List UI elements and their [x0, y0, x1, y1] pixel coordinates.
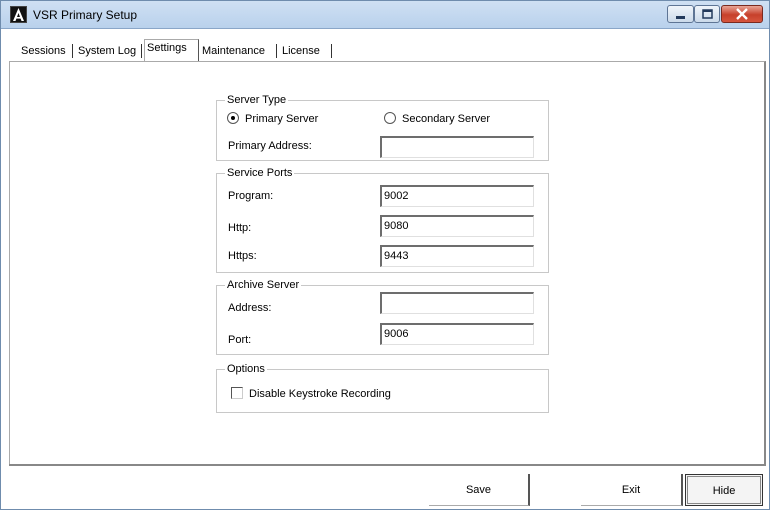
primary-address-label: Primary Address:	[228, 140, 312, 152]
tab-settings[interactable]: Settings	[144, 38, 190, 58]
radio-selected-dot	[231, 116, 235, 120]
https-port-field[interactable]: 9443	[380, 245, 534, 267]
archive-server-group: Archive Server Address: Port: 9006	[216, 278, 549, 355]
options-title: Options	[225, 362, 267, 376]
program-port-label: Program:	[228, 190, 274, 202]
hide-button[interactable]: Hide	[685, 474, 763, 506]
primary-server-label[interactable]: Primary Server	[245, 112, 318, 126]
disable-keystroke-label[interactable]: Disable Keystroke Recording	[249, 387, 391, 401]
tab-separator	[141, 44, 142, 58]
save-button[interactable]: Save	[429, 474, 530, 506]
secondary-server-label[interactable]: Secondary Server	[402, 112, 490, 126]
minimize-button[interactable]	[667, 5, 694, 23]
tab-license[interactable]: License	[279, 41, 323, 61]
tab-system-log[interactable]: System Log	[75, 41, 139, 61]
archive-server-title: Archive Server	[225, 278, 302, 292]
tab-separator	[72, 44, 73, 58]
maximize-button[interactable]	[694, 5, 720, 23]
secondary-server-radio[interactable]	[384, 112, 396, 124]
options-group: Options Disable Keystroke Recording	[216, 362, 549, 413]
primary-server-radio[interactable]	[227, 112, 239, 124]
tab-maintenance[interactable]: Maintenance	[199, 41, 268, 61]
disable-keystroke-checkbox[interactable]	[231, 387, 243, 399]
program-port-field[interactable]: 9002	[380, 185, 534, 207]
app-window: VSR Primary Setup Sessions System Log Se…	[0, 0, 770, 510]
archive-port-field[interactable]: 9006	[380, 323, 534, 345]
app-logo-icon	[10, 6, 27, 23]
archive-port-label: Port:	[228, 334, 252, 346]
title-bar[interactable]: VSR Primary Setup	[1, 1, 769, 29]
tab-separator	[331, 44, 332, 58]
archive-address-label: Address:	[228, 302, 272, 314]
close-icon	[736, 8, 748, 20]
server-type-title: Server Type	[225, 93, 289, 107]
https-port-label: Https:	[228, 250, 257, 262]
close-button[interactable]	[721, 5, 763, 23]
panel-bottom-edge	[9, 464, 766, 466]
service-ports-group: Service Ports Program: 9002 Http: 9080 H…	[216, 166, 549, 273]
server-type-group: Server Type Primary Server Secondary Ser…	[216, 93, 549, 161]
window-title: VSR Primary Setup	[33, 8, 138, 22]
service-ports-title: Service Ports	[225, 166, 295, 180]
archive-address-field[interactable]	[380, 292, 534, 314]
exit-button[interactable]: Exit	[581, 474, 683, 506]
primary-address-field[interactable]	[380, 136, 534, 158]
tab-separator	[276, 44, 277, 58]
http-port-label: Http:	[228, 222, 252, 234]
tab-sessions[interactable]: Sessions	[18, 41, 69, 61]
http-port-field[interactable]: 9080	[380, 215, 534, 237]
